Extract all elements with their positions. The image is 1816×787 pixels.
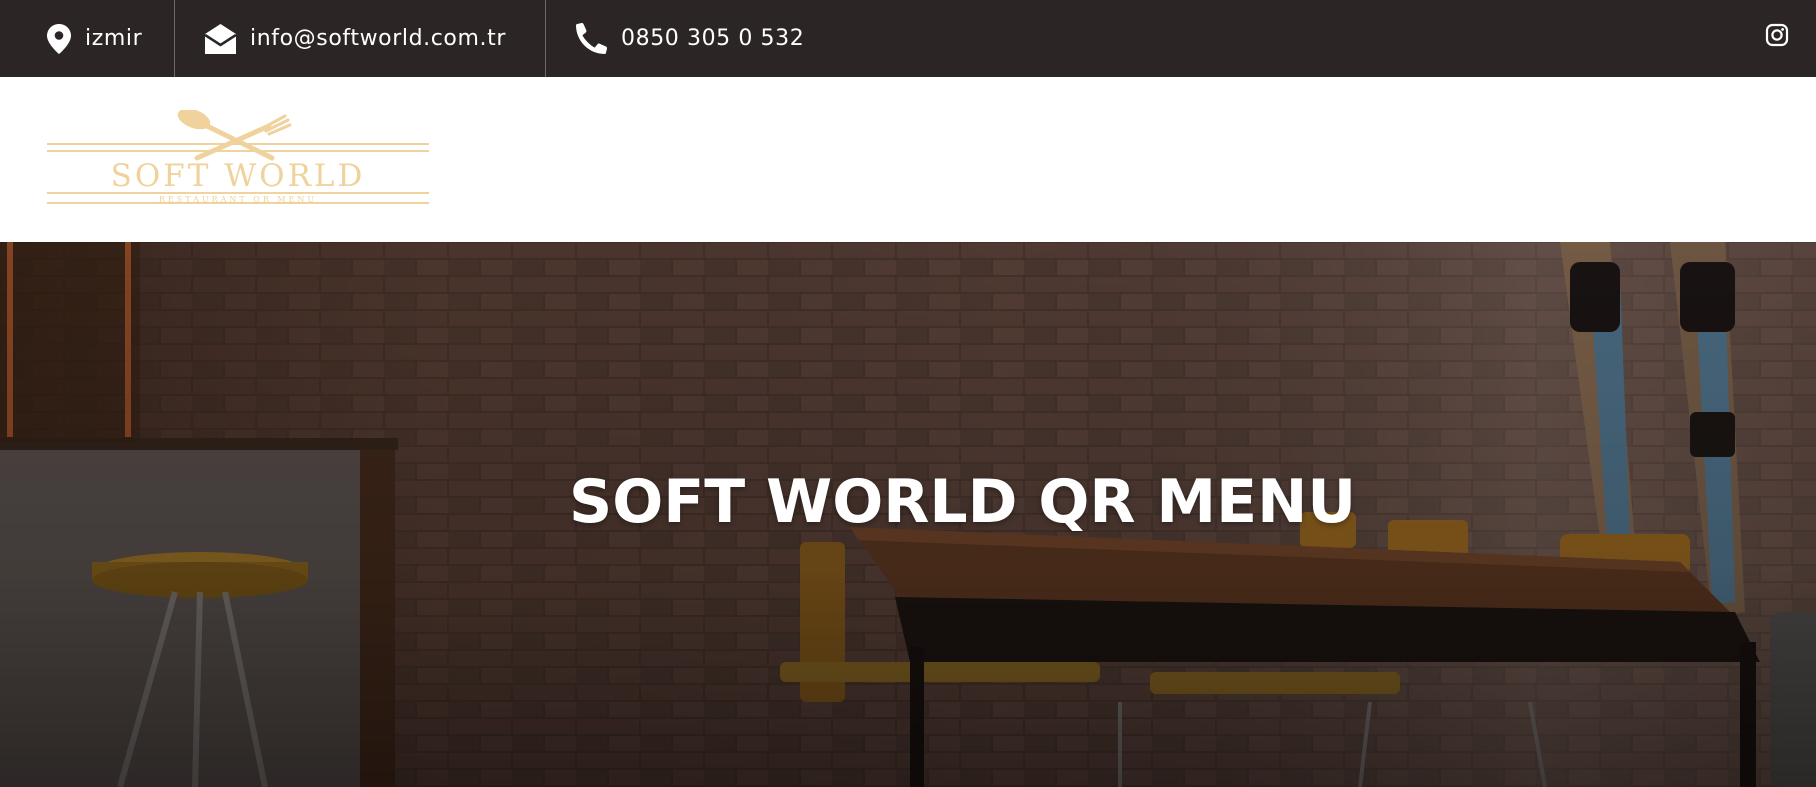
map-pin-icon [47,23,71,54]
email-info[interactable]: info@softworld.com.tr [205,0,506,77]
envelope-open-icon [205,23,236,54]
logo-wordmark: SOFT WORLD [110,158,366,194]
site-header: SOFT WORLD RESTAURANT QR MENU [0,77,1816,242]
instagram-link[interactable] [1765,23,1789,47]
hero-title: SOFT WORLD QR MENU [569,467,1357,537]
top-contact-bar: izmir info@softworld.com.tr 0850 305 0 5… [0,0,1816,77]
hero-banner: SOFT WORLD QR MENU [0,242,1816,787]
phone-info[interactable]: 0850 305 0 532 [576,0,804,77]
email-link[interactable]: info@softworld.com.tr [250,26,506,51]
topbar-divider [174,0,175,77]
site-logo[interactable]: SOFT WORLD RESTAURANT QR MENU [47,110,429,210]
phone-icon [576,23,607,54]
phone-link[interactable]: 0850 305 0 532 [621,26,804,51]
location-text: izmir [85,26,143,51]
instagram-icon [1765,23,1789,51]
location-info: izmir [47,0,142,77]
topbar-divider [545,0,546,77]
logo-tagline: RESTAURANT QR MENU [158,195,318,204]
